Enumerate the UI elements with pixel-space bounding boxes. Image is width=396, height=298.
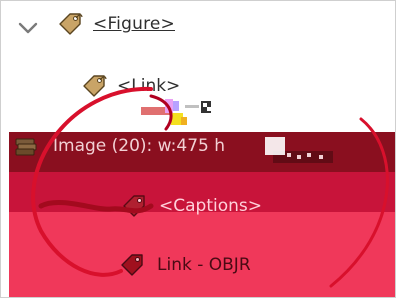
- tree-node-label: Link - OBJR: [157, 255, 251, 275]
- tree-node-image[interactable]: Image (20): w:475 h: [13, 133, 225, 159]
- tree-node-link-objr[interactable]: Link - OBJR: [119, 252, 251, 278]
- tree-node-label: <Captions>: [159, 196, 262, 216]
- structure-tree-panel: <Figure> <Link> Image (20): w:475 h <Cap…: [0, 0, 396, 298]
- tree-node-figure[interactable]: <Figure>: [57, 11, 175, 37]
- tree-node-link[interactable]: <Link>: [81, 73, 180, 99]
- tree-node-label: <Figure>: [93, 14, 175, 34]
- render-artifact: [141, 99, 211, 125]
- image-stack-icon: [15, 138, 37, 156]
- tag-icon: [83, 75, 107, 97]
- tag-icon: [123, 195, 145, 217]
- tag-icon: [121, 254, 143, 276]
- tag-icon: [59, 13, 83, 35]
- tree-node-label: <Link>: [117, 76, 181, 96]
- tree-node-label: Image (20): w:475 h: [53, 136, 226, 156]
- tree-node-captions[interactable]: <Captions>: [121, 193, 262, 219]
- chevron-down-icon[interactable]: [17, 17, 39, 39]
